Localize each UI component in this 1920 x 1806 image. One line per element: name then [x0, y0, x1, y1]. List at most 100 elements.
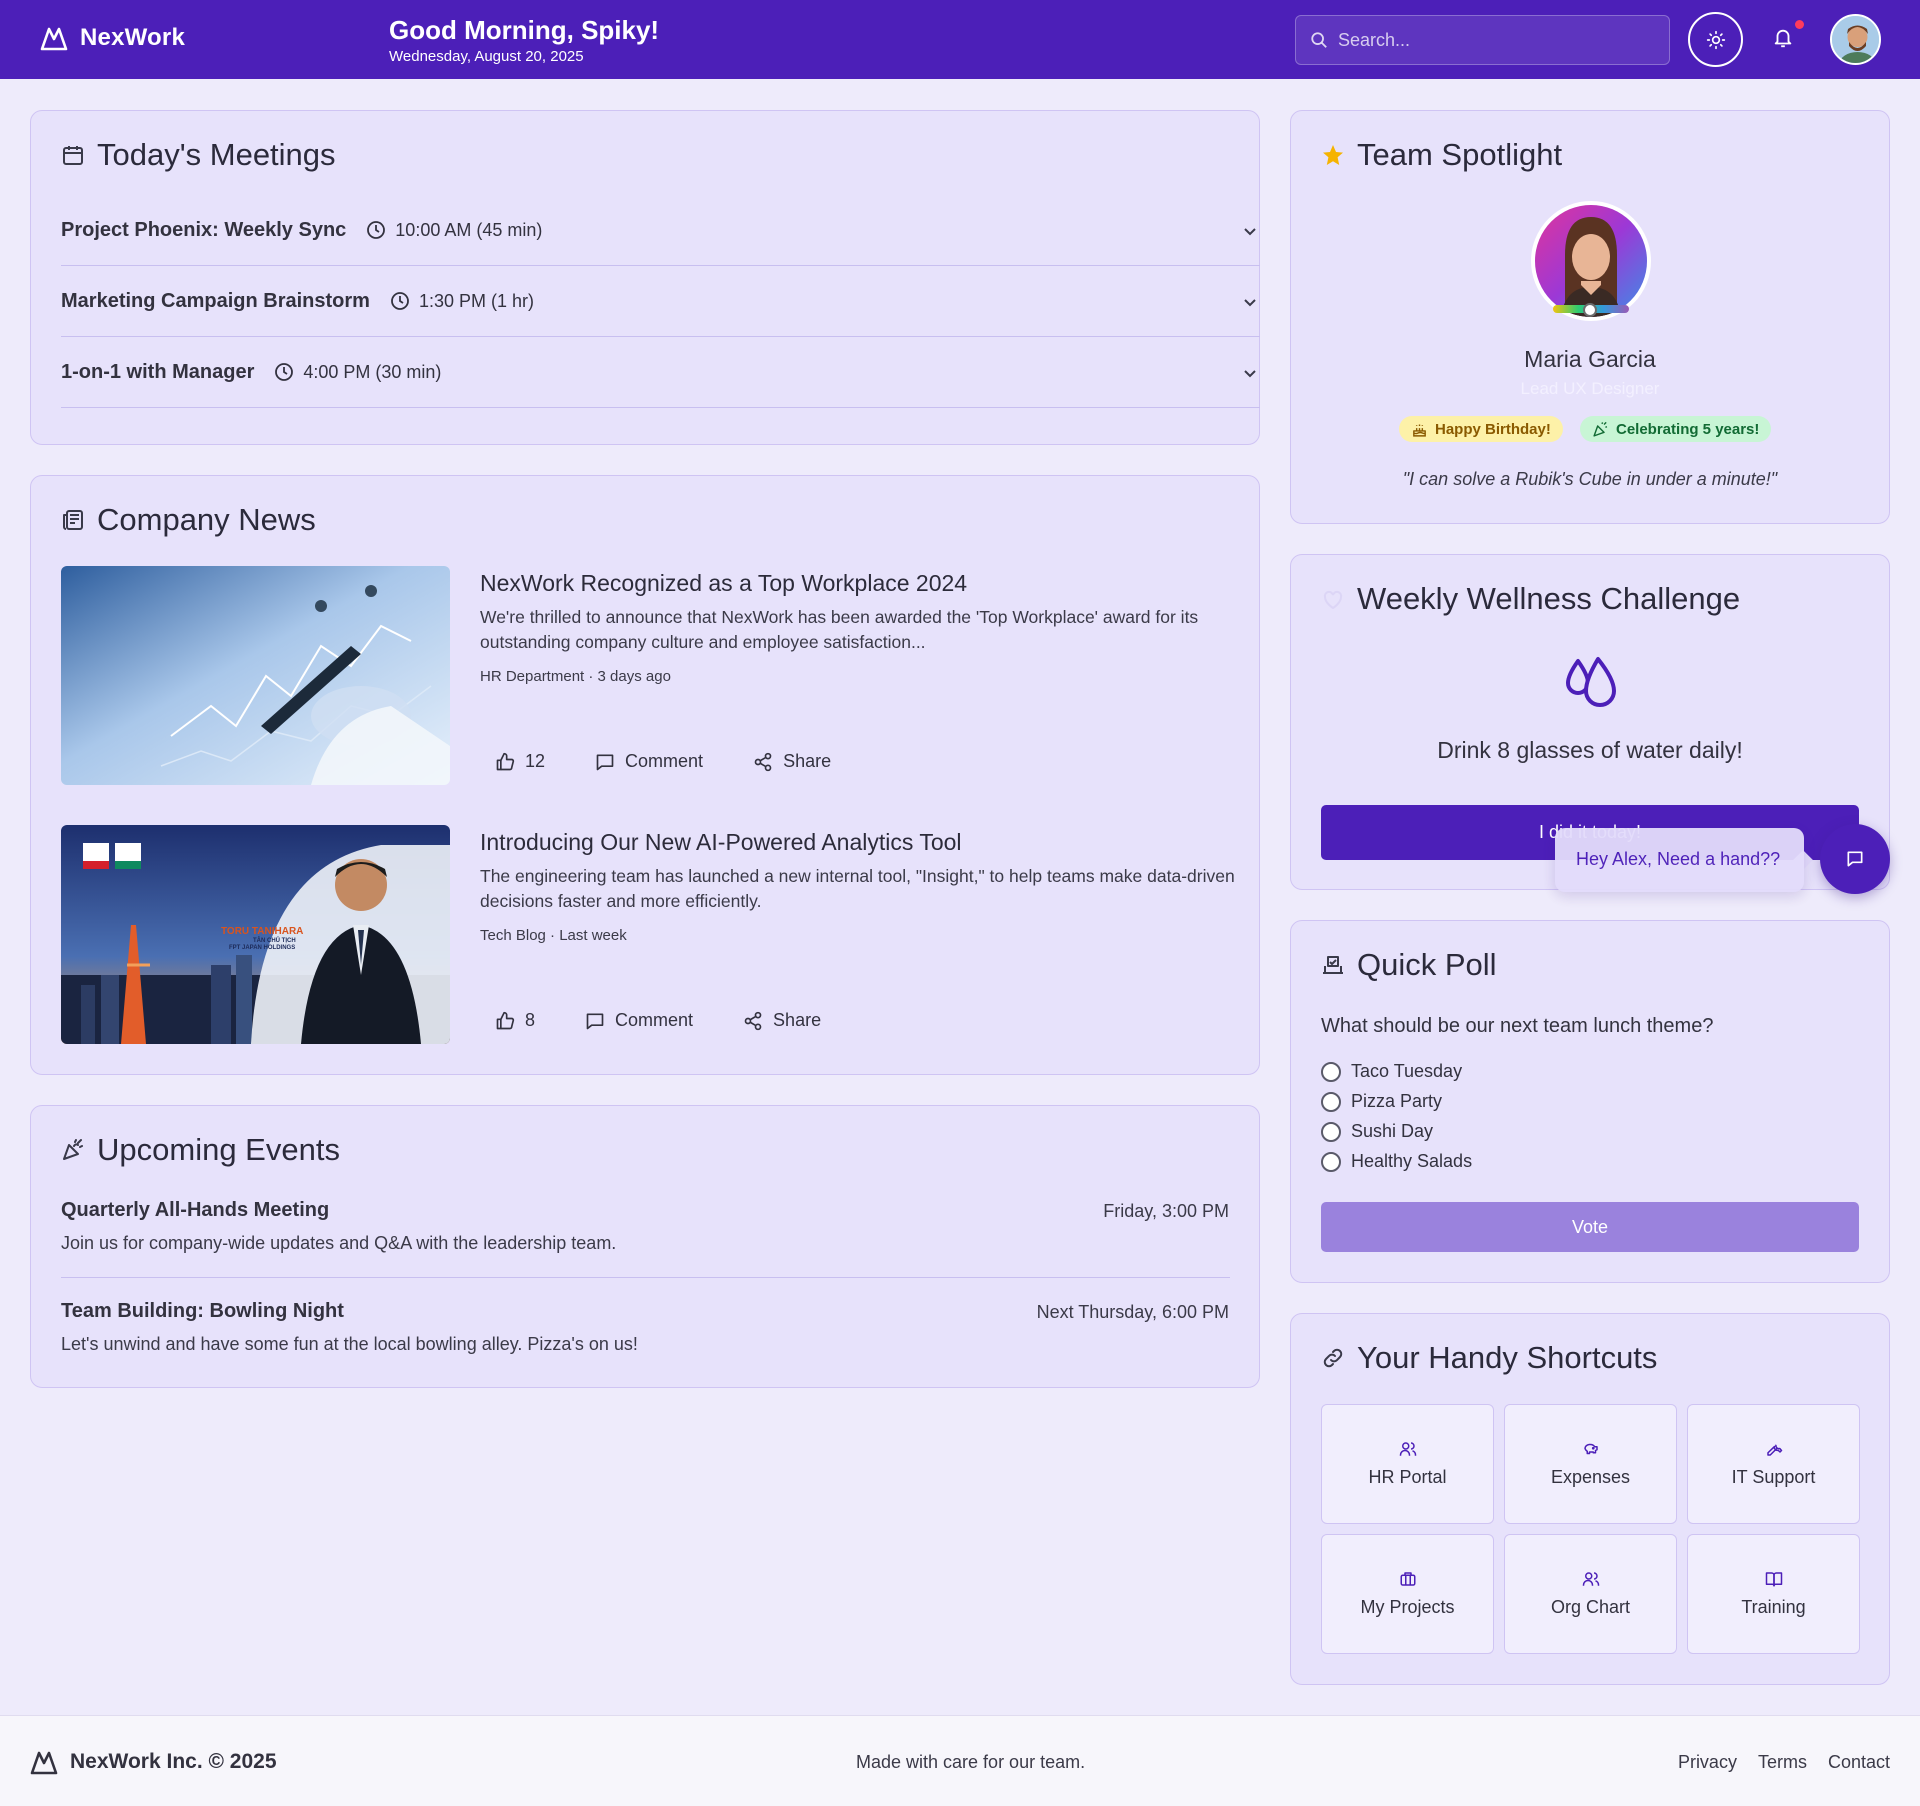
- notifications-button[interactable]: [1772, 26, 1794, 50]
- piggy-bank-icon: [1583, 1443, 1598, 1455]
- shortcuts-card: Your Handy Shortcuts HR Portal Expenses …: [1290, 1313, 1890, 1685]
- shortcuts-title: Your Handy Shortcuts: [1321, 1340, 1657, 1376]
- news-item-title[interactable]: NexWork Recognized as a Top Workplace 20…: [480, 570, 967, 597]
- chevron-down-icon[interactable]: [1242, 223, 1258, 239]
- shortcut-expenses[interactable]: Expenses: [1504, 1404, 1677, 1524]
- theme-toggle-button[interactable]: [1688, 12, 1743, 67]
- poll-option[interactable]: Sushi Day: [1321, 1121, 1433, 1142]
- footer: NexWork Inc. © 2025 Made with care for o…: [0, 1715, 1920, 1806]
- notification-dot: [1795, 20, 1804, 29]
- brand-logo[interactable]: NexWork: [40, 24, 185, 52]
- comment-icon: [586, 1013, 604, 1029]
- meetings-title-text: Today's Meetings: [97, 137, 336, 172]
- sun-icon: [1706, 30, 1725, 49]
- comment-label: Comment: [615, 1010, 694, 1030]
- water-droplets-icon: [1566, 657, 1616, 707]
- event-divider: [61, 1277, 1230, 1278]
- spotlight-title-text: Team Spotlight: [1357, 137, 1563, 172]
- like-button[interactable]: 8: [495, 1010, 535, 1031]
- share-button[interactable]: Share: [753, 751, 831, 772]
- shortcut-training[interactable]: Training: [1687, 1534, 1860, 1654]
- meeting-item[interactable]: Marketing Campaign Brainstorm 1:30 PM (1…: [61, 266, 1260, 337]
- shortcut-it-support[interactable]: IT Support: [1687, 1404, 1860, 1524]
- poll-option[interactable]: Pizza Party: [1321, 1091, 1442, 1112]
- cake-icon: [1413, 424, 1426, 437]
- meeting-title: 1-on-1 with Manager: [61, 360, 255, 383]
- wrench-icon: [1766, 1444, 1782, 1456]
- chat-assistant-button[interactable]: [1820, 824, 1890, 894]
- anniversary-badge-text: Celebrating 5 years!: [1616, 420, 1760, 438]
- wellness-title: Weekly Wellness Challenge: [1321, 581, 1740, 617]
- news-actions: 12 Comment Share: [495, 751, 831, 772]
- share-icon: [744, 1011, 762, 1030]
- meeting-item[interactable]: 1-on-1 with Manager 4:00 PM (30 min): [61, 337, 1260, 408]
- footer-link-terms[interactable]: Terms: [1758, 1752, 1807, 1773]
- share-label: Share: [783, 751, 832, 771]
- chat-icon: [1847, 851, 1863, 867]
- shortcut-label: My Projects: [1360, 1597, 1455, 1617]
- vote-box-icon: [1323, 956, 1343, 974]
- meeting-item[interactable]: Project Phoenix: Weekly Sync 10:00 AM (4…: [61, 195, 1260, 266]
- comment-button[interactable]: Comment: [595, 751, 703, 772]
- calendar-icon: [63, 146, 83, 165]
- events-card: Upcoming Events Quarterly All-Hands Meet…: [30, 1105, 1260, 1388]
- radio-button[interactable]: [1321, 1061, 1341, 1082]
- book-icon: [1765, 1572, 1782, 1587]
- spotlight-role: Lead UX Designer: [1520, 379, 1660, 398]
- news-item-meta: HR Department · 3 days ago: [480, 668, 671, 685]
- assistant-tooltip: Hey Alex, Need a hand??: [1555, 828, 1804, 892]
- radio-button[interactable]: [1321, 1151, 1341, 1172]
- chevron-down-icon[interactable]: [1242, 365, 1258, 381]
- mountain-logo-icon: [30, 1751, 58, 1775]
- search-box[interactable]: [1295, 15, 1670, 65]
- shortcut-hr-portal[interactable]: HR Portal: [1321, 1404, 1494, 1524]
- news-item-body: We're thrilled to announce that NexWork …: [480, 607, 1199, 652]
- news-item-title[interactable]: Introducing Our New AI-Powered Analytics…: [480, 829, 962, 856]
- radio-button[interactable]: [1321, 1091, 1341, 1112]
- event-title[interactable]: Team Building: Bowling Night: [61, 1300, 344, 1323]
- top-navigation-bar: NexWork Good Morning, Spiky! Wednesday, …: [0, 0, 1920, 79]
- greeting: Good Morning, Spiky! Wednesday, August 2…: [389, 14, 659, 67]
- meeting-title: Marketing Campaign Brainstorm: [61, 289, 370, 312]
- comment-icon: [596, 754, 614, 770]
- footer-link-contact[interactable]: Contact: [1828, 1752, 1890, 1773]
- share-label: Share: [773, 1010, 822, 1030]
- users-icon: [1399, 1442, 1416, 1456]
- portrait-icon: [1535, 205, 1647, 317]
- image-caption-name: TORU TANIHARA: [221, 926, 304, 937]
- events-title: Upcoming Events: [61, 1132, 340, 1168]
- event-title[interactable]: Quarterly All-Hands Meeting: [61, 1199, 329, 1222]
- star-icon: [1323, 145, 1343, 165]
- team-spotlight-card: Team Spotlight Maria Garcia Lead UX Desi…: [1290, 110, 1890, 524]
- clock-icon: [367, 221, 386, 239]
- heart-icon: [1323, 590, 1343, 610]
- birthday-badge: Happy Birthday!: [1399, 416, 1563, 442]
- share-icon: [754, 752, 772, 771]
- chart-photo-illustration: [61, 566, 450, 785]
- poll-option-label: Sushi Day: [1351, 1121, 1434, 1141]
- meeting-title: Project Phoenix: Weekly Sync: [61, 218, 347, 241]
- footer-link-privacy[interactable]: Privacy: [1678, 1752, 1737, 1773]
- share-button[interactable]: Share: [743, 1010, 821, 1031]
- poll-option[interactable]: Taco Tuesday: [1321, 1061, 1462, 1082]
- news-image-chart[interactable]: [61, 566, 450, 785]
- shortcut-my-projects[interactable]: My Projects: [1321, 1534, 1494, 1654]
- events-title-text: Upcoming Events: [97, 1132, 340, 1167]
- news-image-executive[interactable]: TORU TANIHARA TÂN CHỦ TỊCH FPT JAPAN HOL…: [61, 825, 450, 1044]
- search-input[interactable]: [1338, 29, 1638, 51]
- greeting-title: Good Morning, Spiky!: [389, 15, 660, 45]
- clock-icon: [275, 363, 294, 381]
- clock-icon: [391, 292, 409, 310]
- bell-icon: [1774, 29, 1792, 48]
- comment-button[interactable]: Comment: [585, 1010, 693, 1031]
- like-button[interactable]: 12: [495, 751, 545, 772]
- user-avatar[interactable]: [1830, 14, 1881, 65]
- meeting-time-text: 1:30 PM (1 hr): [418, 290, 534, 311]
- user-portrait-icon: [1832, 16, 1879, 63]
- radio-button[interactable]: [1321, 1121, 1341, 1142]
- poll-option[interactable]: Healthy Salads: [1321, 1151, 1472, 1172]
- vote-button[interactable]: Vote: [1321, 1202, 1859, 1252]
- shortcut-org-chart[interactable]: Org Chart: [1504, 1534, 1677, 1654]
- chevron-down-icon[interactable]: [1242, 294, 1258, 310]
- meetings-card: Today's Meetings Project Phoenix: Weekly…: [30, 110, 1260, 445]
